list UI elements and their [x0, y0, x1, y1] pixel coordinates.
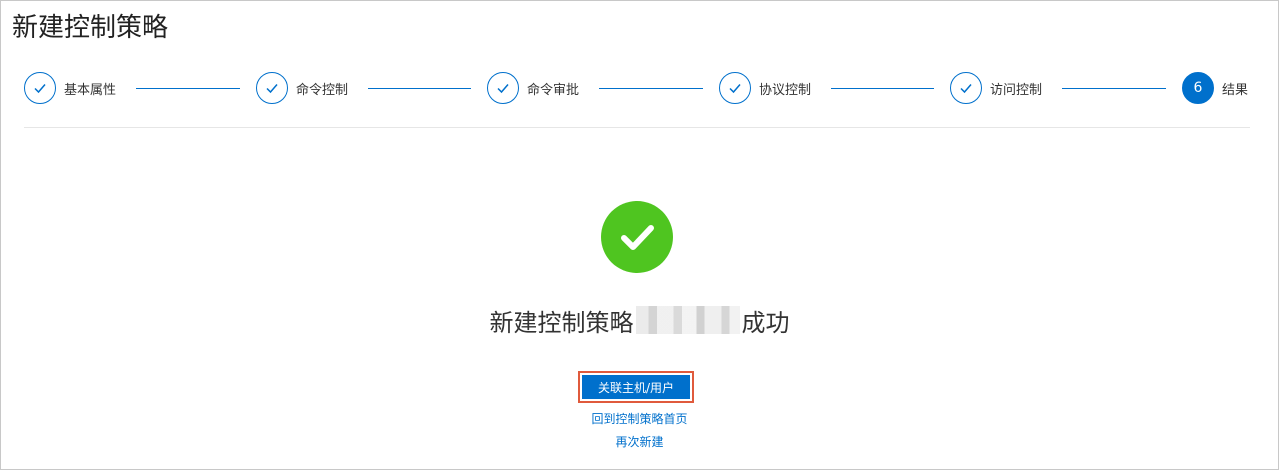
- result-message: 新建控制策略 成功: [0, 300, 1279, 340]
- step-basic-properties: 基本属性: [24, 70, 116, 106]
- divider: [24, 127, 1250, 128]
- button-label: 关联主机/用户: [582, 375, 690, 399]
- page-title: 新建控制策略: [12, 13, 169, 43]
- step-command-approval: 命令审批: [487, 70, 579, 106]
- step-label: 协议控制: [759, 82, 812, 98]
- step-command-control: 命令控制: [256, 70, 348, 106]
- back-to-policy-home-link[interactable]: 回到控制策略首页: [0, 410, 1279, 427]
- step-number: 6: [1182, 72, 1214, 104]
- step-connector: [831, 88, 934, 89]
- step-connector: [136, 88, 240, 89]
- result-prefix: 新建控制策略: [489, 308, 634, 337]
- check-icon: [950, 72, 982, 104]
- step-label: 访问控制: [990, 82, 1043, 98]
- redacted-policy-name: [635, 306, 740, 334]
- wizard-steps: 基本属性 命令控制 命令审批 协议控制 访问控制 6 结果: [0, 70, 1279, 106]
- step-label: 结果: [1222, 82, 1249, 98]
- check-icon: [719, 72, 751, 104]
- create-again-link[interactable]: 再次新建: [0, 433, 1279, 450]
- step-result: 6 结果: [1182, 70, 1248, 106]
- success-check-icon: [601, 201, 673, 273]
- step-connector: [1062, 88, 1166, 89]
- step-connector: [368, 88, 471, 89]
- check-icon: [256, 72, 288, 104]
- check-icon: [487, 72, 519, 104]
- step-protocol-control: 协议控制: [719, 70, 811, 106]
- step-connector: [599, 88, 703, 89]
- step-label: 命令控制: [296, 82, 349, 98]
- step-label: 命令审批: [527, 82, 580, 98]
- step-label: 基本属性: [64, 82, 117, 98]
- associate-host-user-button[interactable]: 关联主机/用户: [578, 371, 694, 403]
- result-suffix: 成功: [741, 308, 790, 337]
- step-access-control: 访问控制: [950, 70, 1042, 106]
- check-icon: [24, 72, 56, 104]
